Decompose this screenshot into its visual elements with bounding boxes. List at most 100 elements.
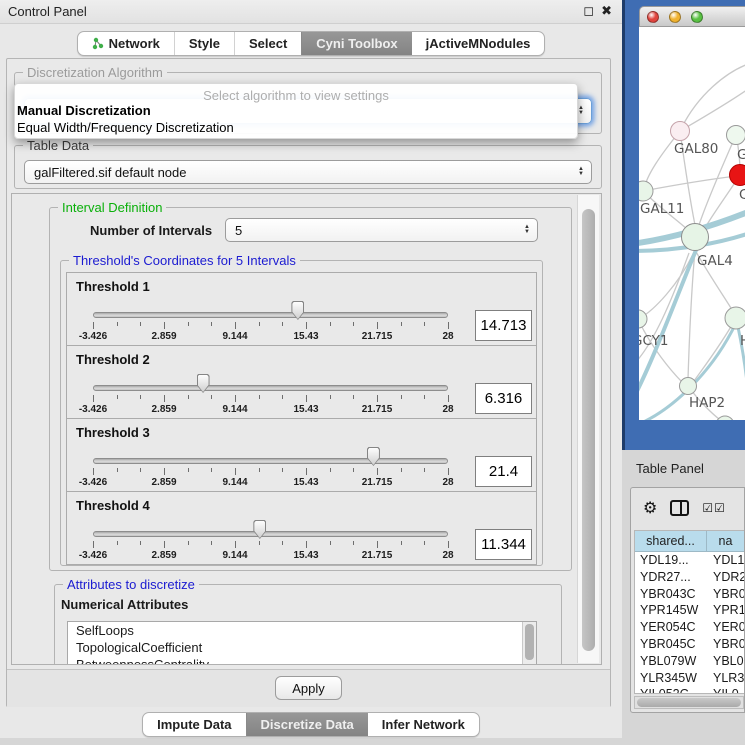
- dropdown-option-manual-discretization[interactable]: Manual Discretization: [15, 102, 577, 119]
- bottom-tab-impute-data[interactable]: Impute Data: [143, 713, 245, 736]
- table-row[interactable]: YLR345WYLR3: [635, 670, 744, 687]
- network-node[interactable]: [639, 310, 647, 328]
- cell-shared-name: YIL052C: [635, 686, 707, 694]
- threshold-panel: Threshold 4-3.4262.8599.14415.4321.71528…: [66, 491, 537, 565]
- mac-minimize-icon[interactable]: [669, 11, 681, 23]
- bottom-tab-infer-network[interactable]: Infer Network: [368, 713, 479, 736]
- slider-tick: [140, 541, 141, 545]
- network-node[interactable]: [682, 224, 709, 251]
- tab-network[interactable]: Network: [78, 32, 174, 55]
- slider-tick: [424, 541, 425, 545]
- bottom-tab-discretize-data[interactable]: Discretize Data: [246, 713, 368, 736]
- gear-icon[interactable]: ⚙: [643, 498, 657, 518]
- tab-style[interactable]: Style: [174, 32, 234, 55]
- slider-tick: [140, 468, 141, 472]
- combo-arrows-icon: ▲▼: [578, 167, 584, 177]
- slider-track[interactable]: [93, 458, 448, 464]
- slider-track[interactable]: [93, 385, 448, 391]
- table-row[interactable]: YBR043CYBR0: [635, 586, 744, 603]
- interval-definition-group: Interval Definition Number of Intervals …: [49, 207, 572, 571]
- slider-tick: [235, 468, 236, 475]
- numerical-attributes-list: SelfLoopsTopologicalCoefficientBetweenne…: [67, 621, 537, 665]
- slider-track[interactable]: [93, 312, 448, 318]
- tab-cyni-toolbox[interactable]: Cyni Toolbox: [301, 32, 411, 55]
- table-data-combobox[interactable]: galFiltered.sif default node ▲▼: [24, 160, 592, 184]
- slider-tick-label: 15.43: [293, 550, 318, 561]
- slider-tick-label: 28: [442, 331, 453, 342]
- network-edge[interactable]: [680, 87, 745, 131]
- threshold-value-field[interactable]: 14.713: [475, 310, 532, 341]
- attribute-list-item[interactable]: SelfLoops: [68, 622, 536, 639]
- tab-jactivemnodules[interactable]: jActiveMNodules: [412, 32, 545, 55]
- network-node[interactable]: [730, 165, 745, 186]
- threshold-value-field[interactable]: 21.4: [475, 456, 532, 487]
- attribute-list-item[interactable]: TopologicalCoefficient: [68, 639, 536, 656]
- float-window-icon[interactable]: ◻: [583, 3, 594, 19]
- slider-tick-label: 21.715: [362, 331, 393, 342]
- attributes-scrollbar[interactable]: [522, 622, 536, 665]
- slider-tick: [330, 395, 331, 399]
- network-canvas[interactable]: GAL80GACGAL11GAL4GCY1HHAP2: [639, 27, 745, 420]
- table-row[interactable]: YBL079WYBL0: [635, 653, 744, 670]
- settings-scrollbar[interactable]: [577, 195, 599, 663]
- dropdown-option-equal-width-frequency-discretization[interactable]: Equal Width/Frequency Discretization: [15, 119, 577, 136]
- mac-close-icon[interactable]: [647, 11, 659, 23]
- threshold-value-field[interactable]: 11.344: [475, 529, 532, 560]
- select-columns-checkboxes-icon[interactable]: ☑☑: [702, 501, 726, 515]
- number-of-intervals-combobox[interactable]: 5 ▲▼: [225, 218, 538, 242]
- network-edge[interactable]: [643, 176, 737, 191]
- network-edge[interactable]: [639, 253, 689, 367]
- table-row[interactable]: YDL19...YDL1: [635, 552, 744, 569]
- number-of-intervals-value: 5: [235, 223, 242, 238]
- tab-label: Style: [189, 36, 220, 51]
- threshold-label: Threshold 1: [76, 279, 150, 294]
- apply-button[interactable]: Apply: [275, 676, 342, 700]
- cell-shared-name: YLR345W: [635, 670, 707, 687]
- network-node[interactable]: [671, 122, 690, 141]
- attributes-group: Attributes to discretize Numerical Attri…: [54, 584, 562, 665]
- network-node[interactable]: [725, 307, 745, 329]
- network-node[interactable]: [680, 378, 697, 395]
- slider-tick-label: 9.144: [222, 331, 247, 342]
- cyni-toolbox-pane: Discretization Algorithm ▲▼ Select algor…: [6, 58, 611, 707]
- slider-tick: [353, 322, 354, 326]
- network-node[interactable]: [716, 416, 734, 420]
- slider-track[interactable]: [93, 531, 448, 537]
- table-row[interactable]: YPR145WYPR1: [635, 602, 744, 619]
- slider-tick-label: -3.426: [79, 477, 107, 488]
- table-horizontal-scrollbar[interactable]: [634, 696, 744, 709]
- threshold-value-field[interactable]: 6.316: [475, 383, 532, 414]
- tab-select[interactable]: Select: [234, 32, 301, 55]
- slider-tick-label: 9.144: [222, 550, 247, 561]
- network-edge[interactable]: [644, 131, 680, 189]
- table-row[interactable]: YER054CYER0: [635, 619, 744, 636]
- slider-tick: [117, 395, 118, 399]
- node-table: shared... na YDL19...YDL1YDR27...YDR2YBR…: [634, 530, 744, 694]
- slider-tick: [164, 395, 165, 402]
- network-node[interactable]: [727, 126, 745, 145]
- close-window-icon[interactable]: ✖: [601, 3, 612, 19]
- network-window-titlebar[interactable]: [639, 6, 745, 27]
- slider-tick: [211, 468, 212, 472]
- slider-tick: [330, 322, 331, 326]
- cell-shared-name: YBR045C: [635, 636, 707, 653]
- cell-shared-name: YDL19...: [635, 552, 707, 569]
- slider-tick: [448, 468, 449, 475]
- attributes-group-label: Attributes to discretize: [63, 577, 199, 592]
- threshold-label: Threshold 3: [76, 425, 150, 440]
- columns-icon[interactable]: [670, 500, 689, 516]
- cell-shared-name: YPR145W: [635, 602, 707, 619]
- node-label: GA: [737, 147, 745, 163]
- column-header-name[interactable]: na: [707, 531, 744, 551]
- table-row[interactable]: YIL052CYIL0: [635, 686, 744, 694]
- tab-label: Select: [249, 36, 287, 51]
- table-row[interactable]: YBR045CYBR0: [635, 636, 744, 653]
- network-view-window: GAL80GACGAL11GAL4GCY1HHAP2: [622, 0, 745, 450]
- attribute-list-item[interactable]: BetweennessCentrality: [68, 656, 536, 665]
- cell-name: YLR3: [707, 670, 744, 687]
- control-panel: Control Panel ◻ ✖ NetworkStyleSelectCyni…: [0, 0, 622, 738]
- slider-tick: [448, 541, 449, 548]
- mac-zoom-icon[interactable]: [691, 11, 703, 23]
- table-row[interactable]: YDR27...YDR2: [635, 569, 744, 586]
- column-header-shared-name[interactable]: shared...: [635, 531, 707, 551]
